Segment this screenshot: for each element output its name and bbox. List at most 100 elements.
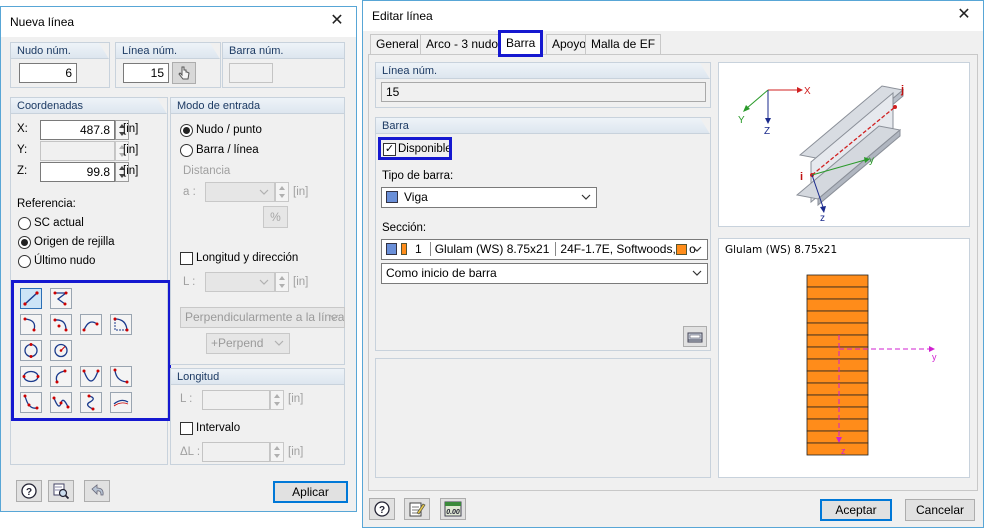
pick-number-button[interactable] xyxy=(172,62,196,84)
section-material-swatch xyxy=(676,244,687,255)
tool-polyline[interactable] xyxy=(50,288,72,309)
global-z-label: Z xyxy=(764,126,770,137)
tool-ellipse[interactable] xyxy=(20,366,42,387)
arc-center-icon xyxy=(53,318,68,332)
tool-circle[interactable] xyxy=(20,340,42,361)
distance-a-input xyxy=(205,182,275,202)
line-number-title: Línea núm. xyxy=(376,63,710,79)
close-icon[interactable]: ✕ xyxy=(955,6,973,24)
svg-text:?: ? xyxy=(379,505,385,516)
glulam-lamination-layer xyxy=(806,418,869,432)
glulam-lamination-layer xyxy=(806,310,869,324)
x-label: X: xyxy=(17,123,28,135)
reference-last-node-radio[interactable] xyxy=(18,255,31,268)
tab-arc-3-nodes[interactable]: Arco - 3 nudos xyxy=(420,34,511,54)
percent-button: % xyxy=(263,206,288,228)
distance-label: Distancia xyxy=(183,165,231,177)
section-select[interactable]: 1 Glulam (WS) 8.75x21 24F-1.7E, Softwoods,… xyxy=(381,239,708,260)
glulam-lamination-layer xyxy=(806,442,869,456)
interval-dL-unit: [in] xyxy=(288,446,304,458)
view-zoom-button[interactable] xyxy=(48,480,74,502)
glulam-lamination-layer xyxy=(806,274,869,288)
tool-nurbs[interactable] xyxy=(50,392,72,413)
tool-circle-center[interactable] xyxy=(50,340,72,361)
node-number-input[interactable]: 6 xyxy=(19,63,77,83)
section-end-select[interactable]: Como inicio de barra xyxy=(381,263,708,284)
ellipse-icon xyxy=(22,370,40,383)
z-label: Z: xyxy=(17,165,28,177)
tool-elliptic-arc[interactable] xyxy=(50,366,72,387)
tool-spline[interactable] xyxy=(20,392,42,413)
tool-hyperbola[interactable] xyxy=(110,366,132,387)
perpendicular-line-value: Perpendicularmente a la línea xyxy=(185,310,345,324)
z-coordinate-input[interactable]: 99.8 xyxy=(40,162,115,182)
line-number-panel: Línea núm. 15 xyxy=(375,62,711,108)
section-library-button[interactable] xyxy=(683,326,707,347)
reference-current-cs-label: SC actual xyxy=(34,217,84,229)
perpend-value: +Perpend xyxy=(211,336,264,350)
tab-member[interactable]: Barra xyxy=(498,30,544,57)
reference-grid-origin-radio[interactable] xyxy=(18,236,31,249)
tool-parabola[interactable] xyxy=(80,366,102,387)
tab-general[interactable]: General xyxy=(370,34,425,54)
reference-label: Referencia: xyxy=(17,198,76,210)
interval-checkbox[interactable] xyxy=(180,422,193,435)
glulam-lamination-layer xyxy=(806,298,869,312)
arc-icon xyxy=(23,317,36,332)
member-number-group: Barra núm. xyxy=(222,42,345,88)
mode-line-radio[interactable] xyxy=(180,144,193,157)
direction-L-input xyxy=(205,272,275,292)
help-button[interactable]: ? xyxy=(369,498,395,520)
tool-arc-radius[interactable] xyxy=(110,314,132,335)
offset-line-icon xyxy=(113,399,129,407)
chevron-down-icon xyxy=(259,189,269,195)
glulam-lamination-layer xyxy=(806,334,869,348)
length-group: Longitud L : [in] Intervalo ΔL : [in] xyxy=(170,368,345,465)
node-j-label: j xyxy=(900,84,904,96)
member-panel-title: Barra xyxy=(376,118,710,134)
tool-arc-center[interactable] xyxy=(50,314,72,335)
calculator-button[interactable]: 0.00 xyxy=(440,498,466,520)
mode-node-radio[interactable] xyxy=(180,124,193,137)
x-coordinate-input[interactable]: 487.8 xyxy=(40,120,115,140)
section-number: 1 xyxy=(415,242,422,256)
reference-current-cs-radio[interactable] xyxy=(18,217,31,230)
a-label: a : xyxy=(183,186,196,198)
line-number-input[interactable]: 15 xyxy=(123,63,169,83)
magnifier-icon xyxy=(53,483,70,500)
y-unit: [in] xyxy=(123,144,139,156)
tool-arc[interactable] xyxy=(20,314,42,335)
cancel-button[interactable]: Cancelar xyxy=(905,499,975,521)
section-end-value: Como inicio de barra xyxy=(386,266,497,280)
chevron-down-icon xyxy=(329,314,339,320)
title-bar: Editar línea ✕ xyxy=(363,1,983,31)
input-mode-title: Modo de entrada xyxy=(171,98,344,114)
help-button[interactable]: ? xyxy=(16,480,42,502)
member-number-input xyxy=(229,63,273,83)
tab-fe-mesh[interactable]: Malla de EF xyxy=(585,34,662,54)
ok-button[interactable]: Aceptar xyxy=(820,499,892,521)
global-x-label: X xyxy=(804,86,811,97)
member-number-label: Barra núm. xyxy=(223,43,344,59)
reference-last-node-label: Último nudo xyxy=(34,255,96,267)
member-type-select[interactable]: Viga xyxy=(381,187,597,208)
member-type-color-swatch xyxy=(386,191,398,203)
edit-notes-button[interactable] xyxy=(404,498,430,520)
line-type-palette xyxy=(11,280,171,421)
apply-button[interactable]: Aplicar xyxy=(273,481,348,503)
undo-button[interactable] xyxy=(84,480,110,502)
glulam-lamination-layer xyxy=(806,382,869,396)
nurbs-icon xyxy=(52,396,70,409)
dialog-title: Editar línea xyxy=(372,9,433,23)
local-z-label: z xyxy=(820,213,825,224)
pointer-hand-icon xyxy=(178,66,190,80)
direction-L-spinner xyxy=(275,272,289,292)
chevron-down-icon xyxy=(274,340,284,346)
tool-offset[interactable] xyxy=(110,392,132,413)
tool-line[interactable] xyxy=(20,288,42,309)
length-direction-checkbox[interactable] xyxy=(180,252,193,265)
close-icon[interactable]: ✕ xyxy=(328,12,346,30)
tool-arc-tangent[interactable] xyxy=(80,314,102,335)
length-L-label: L : xyxy=(180,393,193,405)
tool-helix[interactable] xyxy=(80,392,102,413)
